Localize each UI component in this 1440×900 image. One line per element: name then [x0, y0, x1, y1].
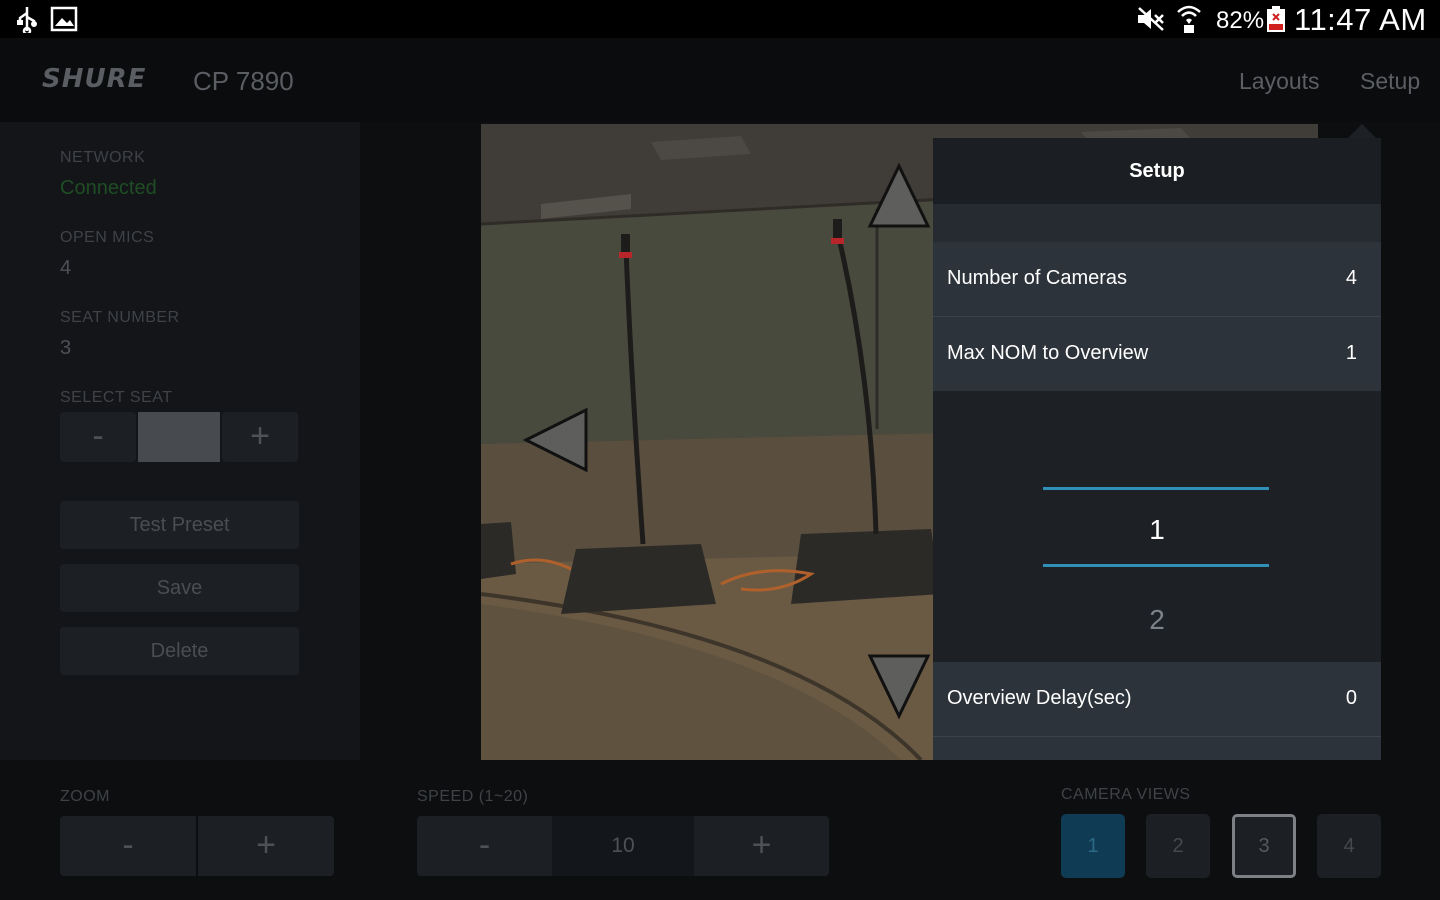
pan-down-arrow-icon[interactable]: [866, 652, 932, 720]
zoom-in-button[interactable]: +: [198, 816, 334, 876]
gallery-icon: [50, 6, 78, 32]
open-mics-value: 4: [60, 257, 72, 279]
seat-number-value: 3: [60, 337, 72, 359]
speed-value: 10: [552, 816, 694, 876]
open-mics-label: OPEN MICS: [60, 229, 155, 246]
number-of-cameras-label: Number of Cameras: [947, 267, 1128, 289]
number-of-cameras-row[interactable]: Number of Cameras 4: [933, 242, 1381, 316]
device-model: CP 7890: [193, 66, 294, 96]
app-header: SHURE CP 7890 Layouts Setup: [0, 38, 1440, 122]
seat-number-label: SEAT NUMBER: [60, 309, 180, 326]
status-bar: 82% 11:47 AM: [0, 0, 1440, 38]
seat-minus-button[interactable]: -: [60, 412, 136, 462]
speed-label: SPEED (1~20): [417, 788, 529, 805]
wifi-icon: [1177, 5, 1201, 33]
pan-up-arrow-icon[interactable]: [866, 162, 932, 230]
nav-setup[interactable]: Setup: [1360, 68, 1420, 95]
mute-icon: [1138, 7, 1164, 31]
camera-view-4-button[interactable]: 4: [1317, 814, 1381, 878]
zoom-label: ZOOM: [60, 788, 110, 805]
camera-view-2-button[interactable]: 2: [1146, 814, 1210, 878]
select-seat-stepper: - +: [60, 412, 298, 462]
save-button[interactable]: Save: [60, 564, 299, 612]
picker-bottom-line: [1043, 564, 1269, 567]
network-label: NETWORK: [60, 149, 146, 166]
zoom-out-button[interactable]: -: [60, 816, 196, 876]
usb-icon: [17, 7, 37, 33]
max-nom-value: 1: [1345, 342, 1357, 364]
camera-views-label: CAMERA VIEWS: [1061, 786, 1191, 803]
nav-layouts[interactable]: Layouts: [1239, 68, 1320, 95]
camera-view-1-button[interactable]: 1: [1061, 814, 1125, 878]
picker-next-value[interactable]: 2: [933, 604, 1381, 636]
max-nom-row[interactable]: Max NOM to Overview 1: [933, 317, 1381, 391]
setup-popover: Setup Number of Cameras 4 Max NOM to Ove…: [933, 138, 1381, 760]
picker-selected-value[interactable]: 1: [933, 514, 1381, 546]
speed-down-button[interactable]: -: [417, 816, 552, 876]
pan-left-arrow-icon[interactable]: [522, 406, 590, 474]
bottom-controls: ZOOM - + SPEED (1~20) - 10 + CAMERA VIEW…: [0, 760, 1440, 900]
seat-input[interactable]: [138, 412, 220, 462]
popover-caret: [1348, 124, 1376, 138]
network-value: Connected: [60, 177, 157, 199]
test-preset-button[interactable]: Test Preset: [60, 501, 299, 549]
max-nom-label: Max NOM to Overview: [947, 342, 1149, 364]
popover-title: Setup: [933, 138, 1381, 204]
popover-spacer: [933, 204, 1381, 242]
picker-top-line: [1043, 487, 1269, 490]
battery-icon: [1267, 6, 1285, 32]
overview-delay-label: Overview Delay(sec): [947, 687, 1132, 709]
status-panel: NETWORK Connected OPEN MICS 4 SEAT NUMBE…: [0, 122, 360, 760]
number-of-cameras-value: 4: [1345, 267, 1357, 289]
speed-up-button[interactable]: +: [694, 816, 829, 876]
seat-plus-button[interactable]: +: [222, 412, 298, 462]
brand-logo: SHURE: [42, 64, 147, 94]
number-picker[interactable]: 1 2: [933, 392, 1381, 662]
overview-delay-value: 0: [1345, 687, 1357, 709]
overview-delay-row[interactable]: Overview Delay(sec) 0: [933, 662, 1381, 736]
clock: 11:47 AM: [1294, 2, 1427, 37]
delete-button[interactable]: Delete: [60, 627, 299, 675]
battery-percent: 82%: [1216, 7, 1265, 34]
camera-view-3-button[interactable]: 3: [1232, 814, 1296, 878]
select-seat-label: SELECT SEAT: [60, 389, 173, 406]
popover-next-row[interactable]: [933, 737, 1381, 760]
